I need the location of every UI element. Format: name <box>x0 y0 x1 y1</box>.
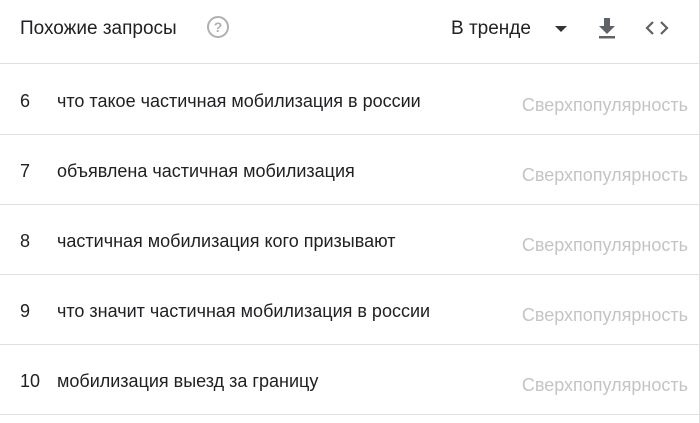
help-icon[interactable]: ? <box>207 16 229 38</box>
query-text[interactable]: мобилизация выезд за границу <box>57 370 318 392</box>
query-text[interactable]: объявлена частичная мобилизация <box>57 160 355 182</box>
query-row[interactable]: 7 объявлена частичная мобилизация Сверхпоп… <box>0 135 700 205</box>
query-rank: 10 <box>20 371 41 391</box>
sort-dropdown-label: В тренде <box>451 18 531 39</box>
embed-code-icon[interactable] <box>644 17 670 39</box>
query-value: Сверхпопулярность <box>521 375 688 395</box>
sort-dropdown[interactable]: В тренде <box>451 17 567 41</box>
query-rank: 9 <box>20 301 31 321</box>
query-value: Сверхпопулярность <box>521 305 688 325</box>
query-text[interactable]: частичная мобилизация кого призывают <box>57 230 395 252</box>
query-row[interactable]: 8 частичная мобилизация кого призывают Све… <box>0 205 700 275</box>
query-text[interactable]: что значит частичная мобилизация в росси… <box>57 300 430 322</box>
query-row[interactable]: 10 мобилизация выезд за границу Сверхпопул… <box>0 345 700 415</box>
query-value: Сверхпопулярность <box>521 235 688 255</box>
query-rank: 8 <box>20 231 31 251</box>
query-row[interactable]: 6 что такое частичная мобилизация в росси… <box>0 65 700 135</box>
query-rank: 7 <box>20 161 31 181</box>
related-queries-widget: Похожие запросы ? В тренде 6 что такое ча… <box>0 0 700 423</box>
query-rank: 6 <box>20 91 31 111</box>
widget-header: Похожие запросы ? В тренде <box>0 0 700 64</box>
query-row[interactable]: 9 что значит частичная мобилизация в росс… <box>0 275 700 345</box>
download-icon[interactable] <box>596 16 618 40</box>
query-value: Сверхпопулярность <box>521 165 688 185</box>
widget-title: Похожие запросы <box>20 18 177 39</box>
dropdown-arrow-icon <box>555 26 567 32</box>
query-text[interactable]: что такое частичная мобилизация в россии <box>57 90 421 112</box>
query-value: Сверхпопулярность <box>521 95 688 115</box>
